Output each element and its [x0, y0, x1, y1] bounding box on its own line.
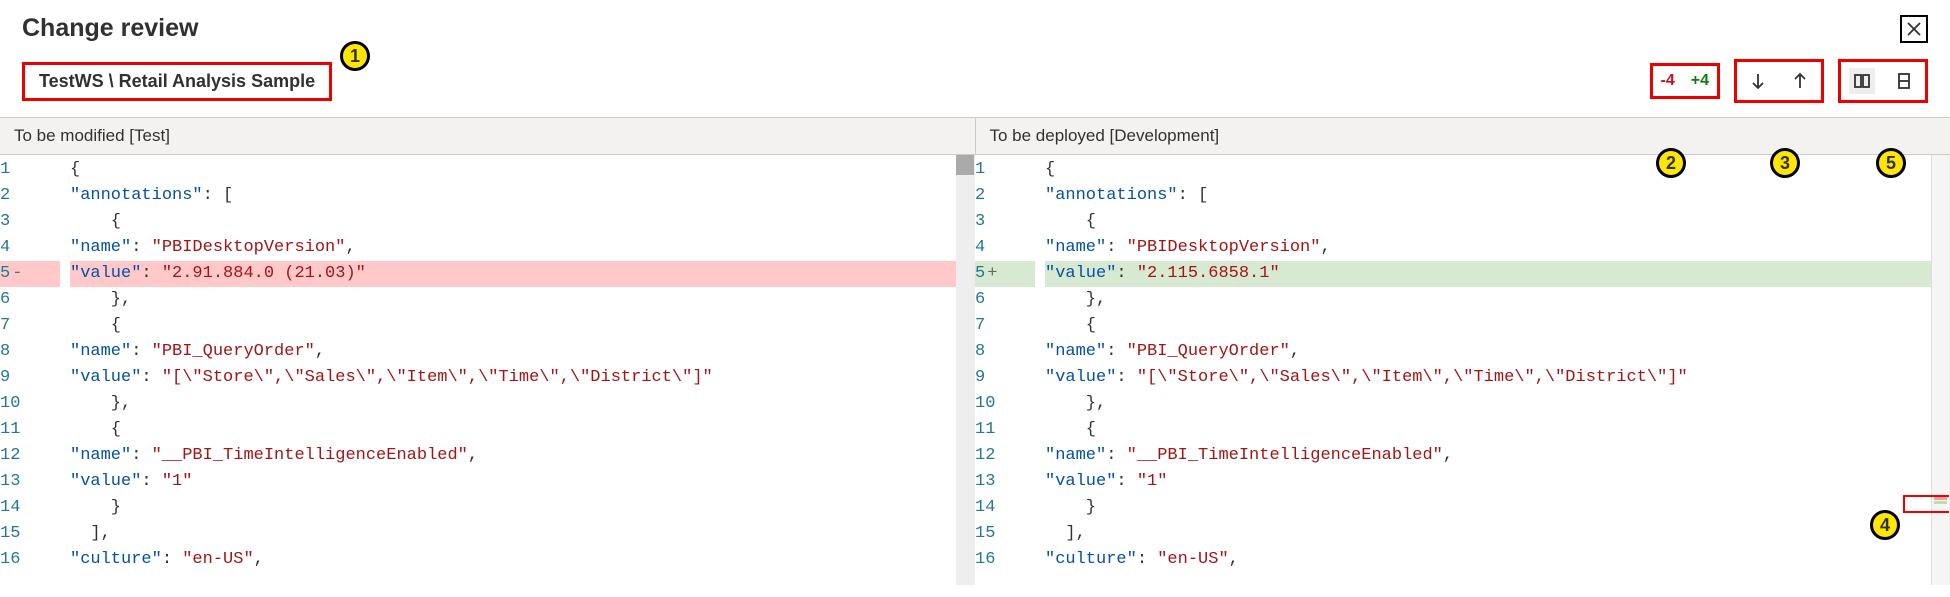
code-line[interactable]: }	[1045, 495, 1949, 521]
right-pane[interactable]: 12345+678910111213141516 { "annotations"…	[975, 155, 1950, 585]
code-line[interactable]: }	[70, 495, 974, 521]
view-mode-group	[1838, 59, 1928, 103]
code-line[interactable]: {	[1045, 313, 1949, 339]
code-line[interactable]: "name": "__PBI_TimeIntelligenceEnabled",	[70, 443, 974, 469]
code-line[interactable]: {	[1045, 417, 1949, 443]
code-line[interactable]: "name": "PBI_QueryOrder",	[70, 339, 974, 365]
left-scrollbar[interactable]	[956, 155, 974, 585]
callout-4: 4	[1870, 510, 1900, 540]
code-line[interactable]: },	[1045, 287, 1949, 313]
right-gutter: 12345+678910111213141516	[975, 155, 1045, 585]
code-line[interactable]: {	[1045, 157, 1949, 183]
change-count-group: -4 +4	[1650, 63, 1720, 99]
next-change-button[interactable]	[1745, 68, 1771, 94]
pane-headers: To be modified [Test] To be deployed [De…	[0, 117, 1950, 155]
code-line[interactable]: {	[1045, 209, 1949, 235]
added-count: +4	[1691, 72, 1709, 90]
left-code[interactable]: { "annotations": [ { "name": "PBIDesktop…	[70, 155, 974, 585]
code-line[interactable]: "annotations": [	[70, 183, 974, 209]
removed-count: -4	[1661, 72, 1675, 90]
code-line[interactable]: "name": "PBI_QueryOrder",	[1045, 339, 1949, 365]
left-pane[interactable]: 12345-678910111213141516 { "annotations"…	[0, 155, 975, 585]
side-by-side-view-button[interactable]	[1849, 68, 1875, 94]
callout-3: 3	[1770, 148, 1800, 178]
left-gutter: 12345-678910111213141516	[0, 155, 70, 585]
arrow-down-icon	[1748, 71, 1768, 91]
callout-2: 2	[1656, 148, 1686, 178]
diff-body: 12345-678910111213141516 { "annotations"…	[0, 155, 1950, 585]
code-line[interactable]: ],	[70, 521, 974, 547]
code-line[interactable]: {	[70, 209, 974, 235]
code-line[interactable]: "name": "PBIDesktopVersion",	[1045, 235, 1949, 261]
code-line[interactable]: ],	[1045, 521, 1949, 547]
side-by-side-view-icon	[1852, 71, 1872, 91]
code-line[interactable]: {	[70, 313, 974, 339]
code-line[interactable]: "value": "[\"Store\",\"Sales\",\"Item\",…	[1045, 365, 1949, 391]
code-line[interactable]: "culture": "en-US",	[70, 547, 974, 573]
code-line[interactable]: "value": "2.91.884.0 (21.03)"	[70, 261, 974, 287]
callout-5: 5	[1876, 148, 1906, 178]
callout-1: 1	[340, 41, 370, 71]
code-line[interactable]: },	[1045, 391, 1949, 417]
inline-view-button[interactable]	[1891, 68, 1917, 94]
arrow-up-icon	[1790, 71, 1810, 91]
code-line[interactable]: {	[70, 157, 974, 183]
code-line[interactable]: "value": "1"	[1045, 469, 1949, 495]
left-scroll-thumb[interactable]	[956, 155, 974, 175]
right-code[interactable]: { "annotations": [ { "name": "PBIDesktop…	[1045, 155, 1949, 585]
code-line[interactable]: {	[70, 417, 974, 443]
page-title: Change review	[22, 14, 198, 43]
code-line[interactable]: "annotations": [	[1045, 183, 1949, 209]
close-button[interactable]	[1900, 15, 1928, 43]
code-line[interactable]: },	[70, 391, 974, 417]
inline-view-icon	[1894, 71, 1914, 91]
nav-arrows-group	[1734, 59, 1824, 103]
prev-change-button[interactable]	[1787, 68, 1813, 94]
close-icon	[1904, 19, 1924, 39]
code-line[interactable]: "name": "PBIDesktopVersion",	[70, 235, 974, 261]
right-pane-header: To be deployed [Development]	[975, 118, 1950, 155]
code-line[interactable]: "value": "2.115.6858.1"	[1045, 261, 1949, 287]
breadcrumb: TestWS \ Retail Analysis Sample	[22, 62, 332, 101]
code-line[interactable]: "value": "1"	[70, 469, 974, 495]
code-line[interactable]: "culture": "en-US",	[1045, 547, 1949, 573]
minimap[interactable]	[1931, 155, 1949, 585]
code-line[interactable]: "value": "[\"Store\",\"Sales\",\"Item\",…	[70, 365, 974, 391]
code-line[interactable]: },	[70, 287, 974, 313]
code-line[interactable]: "name": "__PBI_TimeIntelligenceEnabled",	[1045, 443, 1949, 469]
left-pane-header: To be modified [Test]	[0, 118, 975, 155]
minimap-highlight	[1903, 495, 1950, 513]
